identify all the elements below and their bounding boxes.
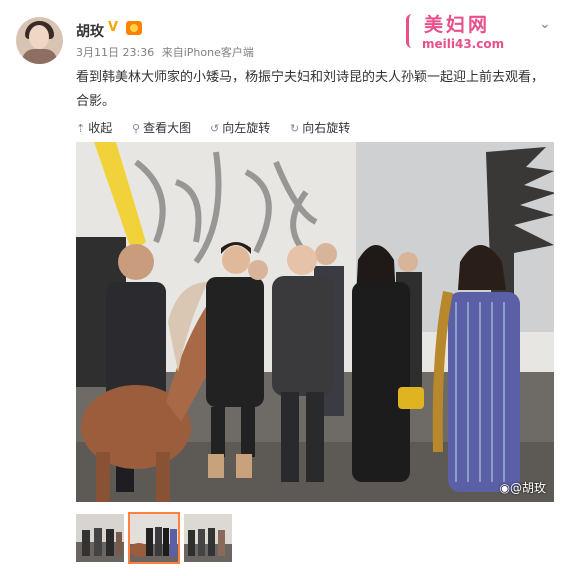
site-watermark-logo: 美妇网 meili43.com: [404, 10, 536, 54]
vip-badge-icon: [126, 21, 142, 35]
weibo-logo-icon: ◉: [499, 481, 510, 495]
thumbnail-1[interactable]: [76, 514, 124, 562]
photo-watermark: ◉@胡玫: [500, 479, 547, 496]
post-meta: 3月11日 23:36 来自iPhone客户端: [76, 44, 258, 60]
view-large-label: 查看大图: [143, 121, 192, 135]
collapse-button[interactable]: ⇡ 收起: [76, 119, 112, 136]
group-photo-illustration: [76, 142, 554, 502]
thumbnail-3[interactable]: [184, 514, 232, 562]
rotate-left-label: 向左旋转: [222, 121, 271, 135]
verified-badge-icon: V: [108, 20, 119, 35]
source-prefix: 来自: [161, 46, 184, 59]
magnifier-icon: ⚲: [132, 122, 141, 135]
arrow-up-icon: ⇡: [76, 122, 86, 135]
rotate-right-icon: ↻: [290, 122, 300, 135]
post-photo[interactable]: ◉@胡玫: [76, 142, 554, 502]
rotate-left-button[interactable]: ↺ 向左旋转: [210, 119, 270, 136]
rotate-right-label: 向右旋转: [302, 121, 351, 135]
weibo-post-card: 胡玫 V 3月11日 23:36 来自iPhone客户端 美妇网 meili43…: [0, 0, 570, 576]
chevron-down-icon[interactable]: ⌄: [539, 16, 551, 32]
rotate-right-button[interactable]: ↻ 向右旋转: [290, 119, 350, 136]
photo-watermark-text: @胡玫: [509, 481, 546, 495]
author-avatar[interactable]: [16, 17, 63, 64]
author-name[interactable]: 胡玫: [76, 21, 104, 41]
thumbnail-2-selected[interactable]: [128, 512, 180, 564]
lady-silhouette-icon: [406, 14, 419, 48]
post-text: 看到韩美林大师家的小矮马，杨振宁夫妇和刘诗昆的夫人孙颖一起迎上前去观看，合影。: [76, 70, 545, 109]
collapse-label: 收起: [88, 121, 113, 135]
site-logo-name: 美妇网: [424, 14, 491, 36]
post-date[interactable]: 3月11日 23:36: [76, 46, 154, 59]
rotate-left-icon: ↺: [210, 122, 220, 135]
post-source[interactable]: iPhone客户端: [184, 46, 254, 59]
view-large-button[interactable]: ⚲ 查看大图: [132, 119, 191, 136]
site-logo-domain: meili43.com: [422, 37, 505, 51]
